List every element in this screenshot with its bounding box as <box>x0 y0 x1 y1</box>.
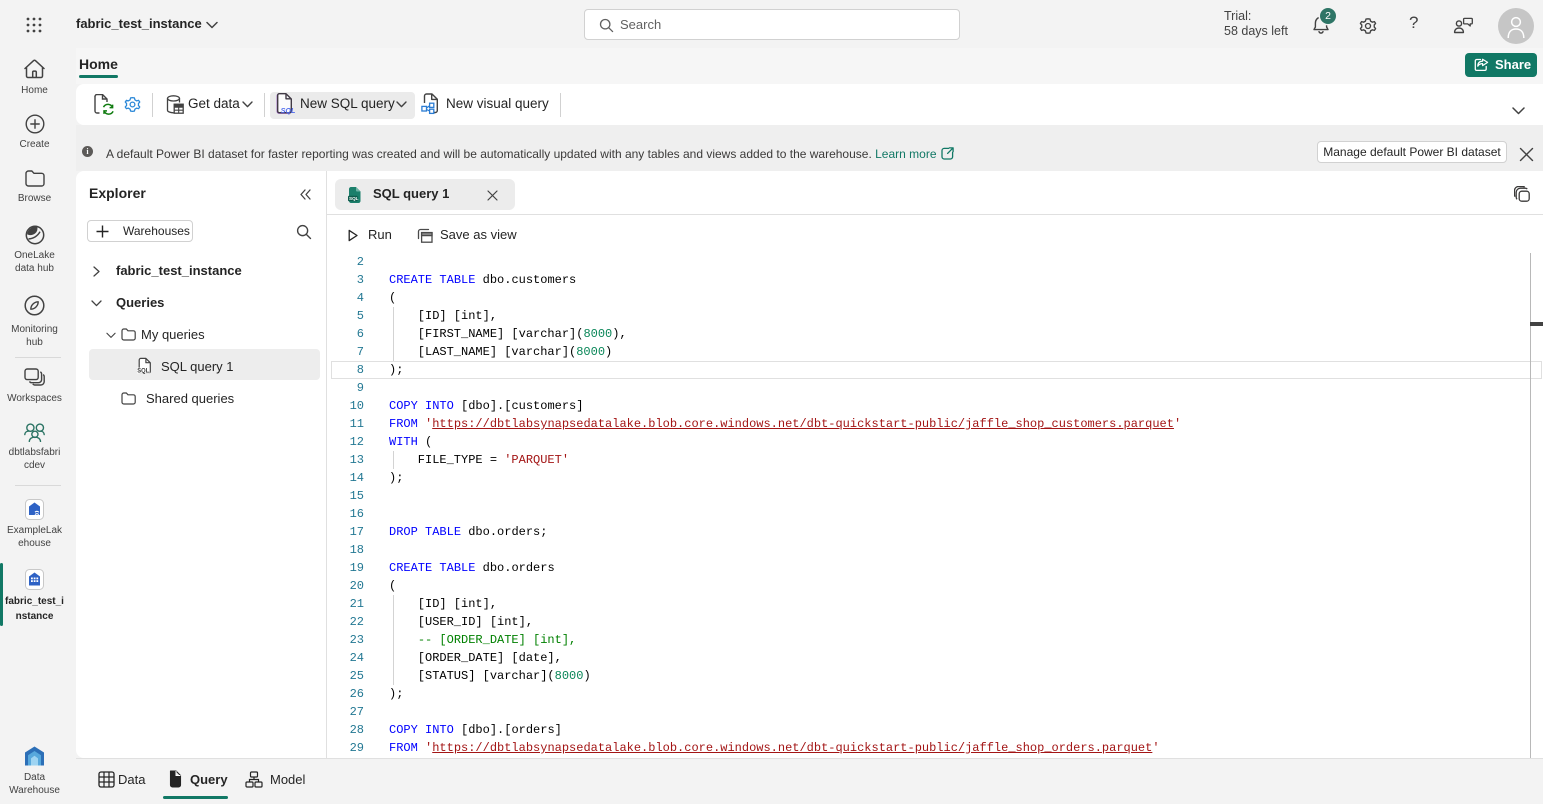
svg-text:SQL: SQL <box>349 196 359 201</box>
svg-text:SQL: SQL <box>281 106 296 115</box>
svg-text:SQL: SQL <box>137 369 149 375</box>
